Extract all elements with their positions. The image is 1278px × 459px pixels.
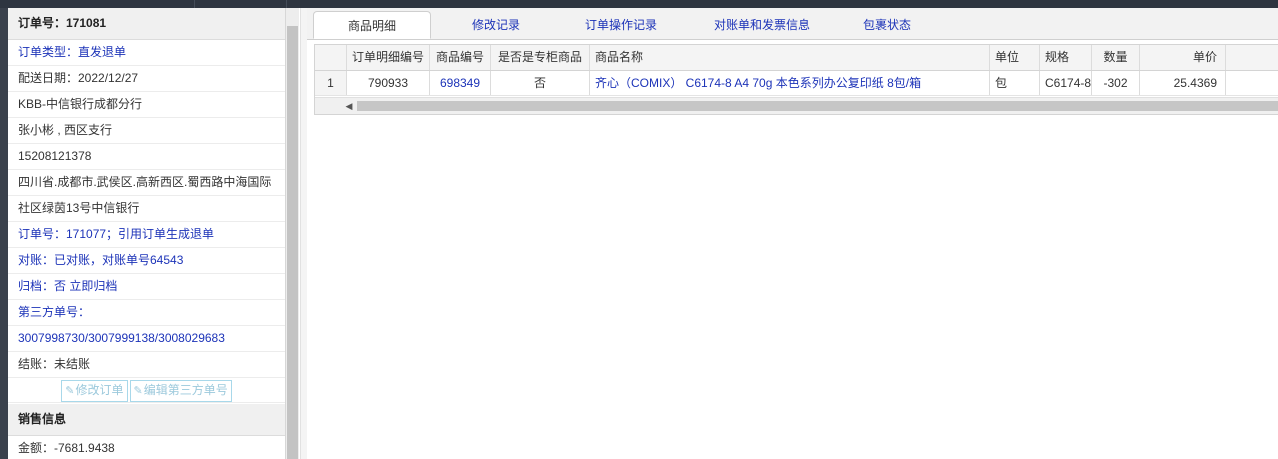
tab-modification-log[interactable]: 修改记录 xyxy=(437,11,555,39)
amount: 金额：-7681.9438 xyxy=(8,436,285,459)
order-info-panel: 订单号：171081 订单类型：直发退单 配送日期：2022/12/27 KBB… xyxy=(8,8,286,459)
panel-splitter[interactable] xyxy=(300,8,307,459)
left-panel-scrollbar[interactable] xyxy=(286,8,299,459)
horizontal-scrollbar[interactable]: ◀ xyxy=(315,97,1278,114)
edit-third-party-label: 编辑第三方单号 xyxy=(143,383,228,397)
cell-quantity: -302 xyxy=(1092,71,1140,95)
col-header-detail-id[interactable]: 订单明细编号 xyxy=(347,45,430,70)
cell-counter-item: 否 xyxy=(491,71,590,95)
order-number-heading: 订单号：171081 xyxy=(8,8,285,40)
address-line-1: 四川省.成都市.武侯区.高新西区.蜀西路中海国际 xyxy=(8,170,285,196)
cell-spec: C6174-8 xyxy=(1040,71,1092,95)
horizontal-scrollbar-thumb[interactable] xyxy=(357,101,1278,111)
third-party-numbers[interactable]: 3007998730/3007999138/3008029683 xyxy=(8,326,285,352)
tab-bar: 商品明细 修改记录 订单操作记录 对账单和发票信息 包裹状态 xyxy=(307,8,1278,40)
cell-tax xyxy=(1226,71,1278,95)
tab-operation-log[interactable]: 订单操作记录 xyxy=(557,11,685,39)
col-header-spec[interactable]: 规格 xyxy=(1040,45,1092,70)
col-header-product-id[interactable]: 商品编号 xyxy=(430,45,491,70)
col-header-unit-price[interactable]: 单价 xyxy=(1140,45,1226,70)
top-bar xyxy=(0,0,1278,8)
table-row[interactable]: 1 790933 698349 否 齐心（COMIX） C6174-8 A4 7… xyxy=(315,71,1278,96)
cell-detail-id: 790933 xyxy=(347,71,430,95)
tab-package-status[interactable]: 包裹状态 xyxy=(827,11,947,39)
cell-unit-price: 25.4369 xyxy=(1140,71,1226,95)
col-header-counter-item[interactable]: 是否是专柜商品 xyxy=(491,45,590,70)
top-bar-segment xyxy=(110,0,195,8)
phone-number: 15208121378 xyxy=(8,144,285,170)
reference-order[interactable]: 订单号：171077；引用订单生成退单 xyxy=(8,222,285,248)
sales-info-heading: 销售信息 xyxy=(8,404,285,436)
cell-product-id-link[interactable]: 698349 xyxy=(430,71,491,95)
edit-order-button[interactable]: ✎修改订单 xyxy=(61,380,128,402)
edit-third-party-button[interactable]: ✎编辑第三方单号 xyxy=(129,380,232,402)
col-header-unit[interactable]: 单位 xyxy=(990,45,1040,70)
tab-statement-invoice[interactable]: 对账单和发票信息 xyxy=(687,11,837,39)
cell-product-name-link[interactable]: 齐心（COMIX） C6174-8 A4 70g 本色系列办公复印纸 8包/箱 xyxy=(590,71,990,95)
col-header-product-name[interactable]: 商品名称 xyxy=(590,45,990,70)
product-grid: 订单明细编号 商品编号 是否是专柜商品 商品名称 单位 规格 数量 单价 税 1… xyxy=(314,44,1278,115)
edit-order-label: 修改订单 xyxy=(75,383,124,397)
delivery-date: 配送日期：2022/12/27 xyxy=(8,66,285,92)
reconcile-status[interactable]: 对账：已对账，对账单号64543 xyxy=(8,248,285,274)
edit-icon: ✎ xyxy=(65,385,75,397)
top-bar-segment xyxy=(194,0,287,8)
arrow-left-icon[interactable]: ◀ xyxy=(343,100,355,112)
edit-icon: ✎ xyxy=(133,385,143,397)
third-party-label: 第三方单号： xyxy=(8,300,285,326)
scrollbar-thumb[interactable] xyxy=(287,26,298,459)
col-header-quantity[interactable]: 数量 xyxy=(1092,45,1140,70)
action-buttons: ✎修改订单 ✎编辑第三方单号 xyxy=(8,378,285,403)
detail-panel: 商品明细 修改记录 订单操作记录 对账单和发票信息 包裹状态 订单明细编号 商品… xyxy=(307,8,1278,459)
col-header-index xyxy=(315,45,347,70)
col-header-tax[interactable]: 税 xyxy=(1226,45,1278,70)
order-type: 订单类型：直发退单 xyxy=(8,40,285,66)
customer-name: KBB-中信银行成都分行 xyxy=(8,92,285,118)
row-index: 1 xyxy=(315,71,347,95)
archive-status[interactable]: 归档：否 立即归档 xyxy=(8,274,285,300)
address-line-2: 社区绿茵13号中信银行 xyxy=(8,196,285,222)
cell-unit: 包 xyxy=(990,71,1040,95)
contact-person: 张小彬 , 西区支行 xyxy=(8,118,285,144)
tab-product-details[interactable]: 商品明细 xyxy=(313,11,431,39)
grid-header: 订单明细编号 商品编号 是否是专柜商品 商品名称 单位 规格 数量 单价 税 xyxy=(315,45,1278,71)
left-edge xyxy=(0,8,8,459)
settlement-status: 结账：未结账 xyxy=(8,352,285,378)
